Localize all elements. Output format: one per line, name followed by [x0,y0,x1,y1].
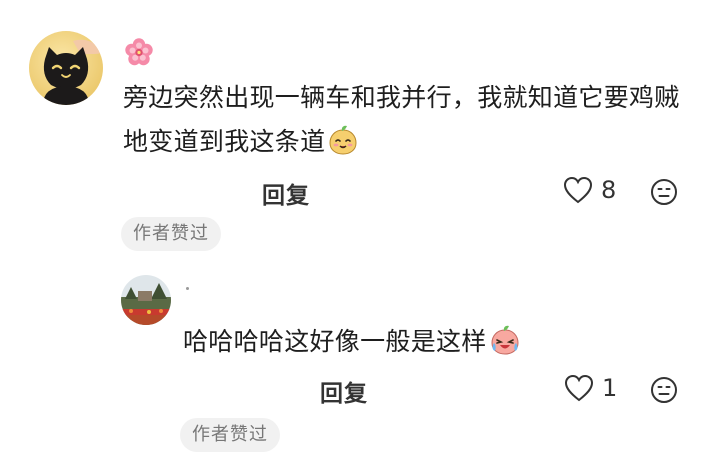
reply-button[interactable]: 回复 [320,374,368,408]
comment-text-body: 旁边突然出现一辆车和我并行，我就知道它要鸡贼地变道到我这条道 [123,83,680,156]
username-placeholder-dot [186,287,189,290]
sly-peach-face-emoji-icon [329,125,357,155]
like-count: 1 [602,374,618,402]
reply-text: 哈哈哈哈这好像一般是这样 [183,320,653,364]
black-cat-avatar-icon [29,31,103,105]
crying-laughing-face-emoji-icon [491,325,519,355]
heart-outline-icon [563,176,593,204]
pink-flower-emoji-icon [125,38,153,66]
author-liked-badge: 作者赞过 [121,217,221,251]
garden-photo-avatar-icon [121,275,171,325]
author-liked-badge: 作者赞过 [180,418,280,452]
heart-outline-icon [564,374,594,402]
comment-text: 旁边突然出现一辆车和我并行，我就知道它要鸡贼地变道到我这条道 [123,76,693,164]
meh-face-icon[interactable] [650,376,678,404]
meh-face-icon[interactable] [650,178,678,206]
avatar-commenter[interactable] [29,31,103,105]
avatar-replier[interactable] [121,275,171,325]
reply-button[interactable]: 回复 [262,176,310,210]
like-count: 8 [601,176,617,204]
like-button[interactable]: 8 [563,176,616,204]
like-button[interactable]: 1 [564,374,617,402]
reply-text-body: 哈哈哈哈这好像一般是这样 [183,327,487,356]
